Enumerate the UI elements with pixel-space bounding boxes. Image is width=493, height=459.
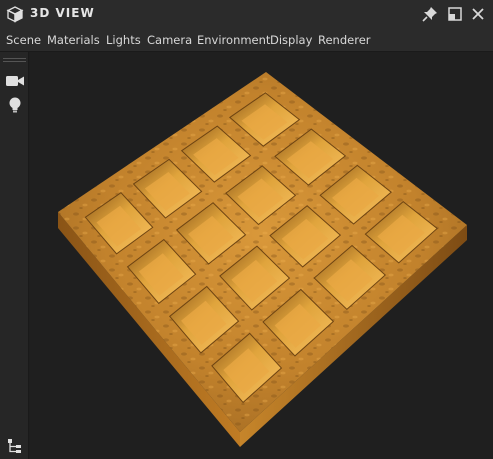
maximize-icon[interactable] <box>446 5 464 23</box>
menu-renderer[interactable]: Renderer <box>318 33 371 47</box>
lightbulb-icon[interactable] <box>5 96 25 114</box>
viewport-3d[interactable] <box>30 52 493 459</box>
close-icon[interactable] <box>469 5 487 23</box>
title-bar: 3D VIEW <box>0 0 493 28</box>
pin-icon[interactable] <box>421 5 439 23</box>
menu-display[interactable]: Display <box>270 33 312 47</box>
camera-icon[interactable] <box>5 72 25 90</box>
menu-camera[interactable]: Camera <box>147 33 192 47</box>
tool-strip <box>0 52 29 459</box>
menu-scene[interactable]: Scene <box>6 33 41 47</box>
menu-environment[interactable]: Environment <box>197 33 270 47</box>
window-title: 3D VIEW <box>30 6 95 20</box>
cube-icon <box>6 6 24 23</box>
waffle-render <box>58 72 467 447</box>
menu-lights[interactable]: Lights <box>106 33 141 47</box>
menu-bar: Scene Materials Lights Camera Environmen… <box>0 28 493 52</box>
menu-materials[interactable]: Materials <box>47 33 100 47</box>
toolbar-grip[interactable] <box>3 58 26 62</box>
scene-tree-icon[interactable] <box>5 437 25 455</box>
